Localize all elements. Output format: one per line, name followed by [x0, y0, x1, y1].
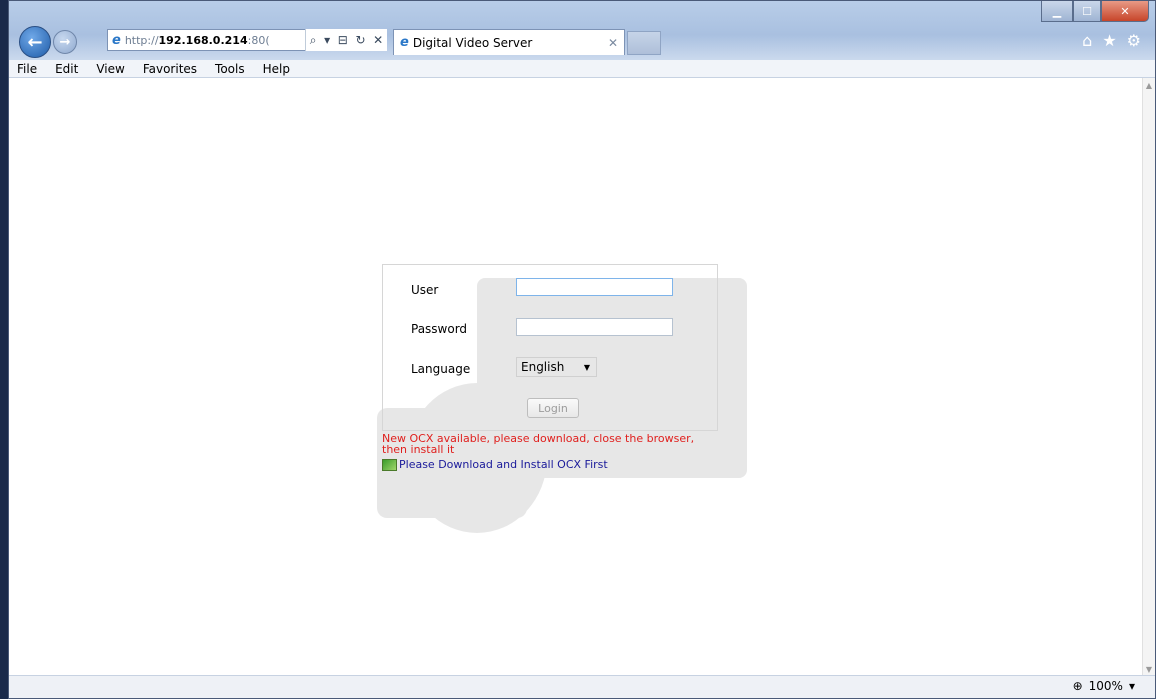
window-controls: ▁ ☐ ✕	[1041, 1, 1149, 22]
zoom-icon: ⊕	[1072, 679, 1083, 693]
login-button[interactable]: Login	[527, 398, 579, 418]
tab-close-icon[interactable]: ✕	[608, 36, 618, 50]
home-icon[interactable]: ⌂	[1082, 31, 1092, 50]
ocx-warning: New OCX available, please download, clos…	[382, 432, 695, 456]
address-suffix: :80(	[247, 33, 270, 47]
password-label: Password	[411, 322, 468, 336]
maximize-button[interactable]: ☐	[1073, 1, 1101, 22]
user-label: User	[411, 283, 439, 297]
browser-window: ▁ ☐ ✕ ← → e http:// 192.168.0.214 :80( ⌕…	[8, 0, 1156, 699]
menu-edit[interactable]: Edit	[55, 62, 78, 76]
menu-view[interactable]: View	[96, 62, 124, 76]
menu-file[interactable]: File	[17, 62, 37, 76]
minimize-button[interactable]: ▁	[1041, 1, 1073, 22]
tab-title: Digital Video Server	[412, 35, 533, 50]
zoom-dropdown-icon[interactable]: ▾	[1129, 679, 1135, 693]
zoom-level: 100%	[1088, 679, 1123, 693]
status-bar: ⊕ 100% ▾	[9, 675, 1155, 698]
new-tab-button[interactable]	[627, 31, 661, 55]
favorites-star-icon[interactable]: ★	[1102, 31, 1116, 50]
stop-icon[interactable]: ✕	[373, 33, 383, 47]
ocx-download-link[interactable]: Please Download and Install OCX First	[382, 458, 608, 471]
menu-help[interactable]: Help	[263, 62, 290, 76]
forward-button[interactable]: →	[53, 30, 77, 54]
login-panel: User Password Language English ▼ Login	[382, 264, 718, 431]
address-protocol: http://	[124, 33, 159, 47]
menu-tools[interactable]: Tools	[215, 62, 245, 76]
language-selected: English	[521, 360, 565, 374]
ie-icon: e	[112, 32, 121, 48]
user-input[interactable]	[516, 278, 673, 296]
zoom-control[interactable]: ⊕ 100% ▾	[1073, 679, 1135, 693]
compatibility-icon[interactable]: ⊟	[338, 33, 348, 47]
search-icon[interactable]: ⌕	[310, 33, 317, 48]
menu-bar: File Edit View Favorites Tools Help	[9, 60, 1155, 78]
ocx-download-text[interactable]: Please Download and Install OCX First	[399, 458, 608, 471]
scroll-down-icon[interactable]: ▼	[1143, 662, 1155, 676]
menu-favorites[interactable]: Favorites	[143, 62, 197, 76]
scroll-up-icon[interactable]: ▲	[1143, 78, 1155, 92]
refresh-icon[interactable]: ↻	[355, 33, 365, 47]
close-window-button[interactable]: ✕	[1101, 1, 1149, 22]
back-button[interactable]: ←	[19, 26, 51, 58]
title-bar: ▁ ☐ ✕ ← → e http:// 192.168.0.214 :80( ⌕…	[9, 1, 1155, 63]
language-select[interactable]: English ▼	[516, 357, 597, 377]
password-input[interactable]	[516, 318, 673, 336]
vertical-scrollbar[interactable]: ▲ ▼	[1142, 78, 1155, 676]
command-icons: ⌂ ★ ⚙	[1082, 31, 1141, 50]
dropdown-icon[interactable]: ▾	[324, 33, 330, 47]
tab-ie-icon: e	[400, 35, 409, 50]
tab-digital-video-server[interactable]: e Digital Video Server ✕	[393, 29, 625, 55]
language-label: Language	[411, 362, 471, 376]
settings-gear-icon[interactable]: ⚙	[1127, 31, 1141, 50]
chevron-down-icon: ▼	[583, 362, 590, 372]
download-icon	[382, 458, 397, 471]
page-content: User Password Language English ▼ Login N…	[9, 78, 1143, 676]
address-host: 192.168.0.214	[158, 33, 248, 47]
address-tools: ⌕ ▾ ⊟ ↻ ✕	[305, 29, 387, 51]
